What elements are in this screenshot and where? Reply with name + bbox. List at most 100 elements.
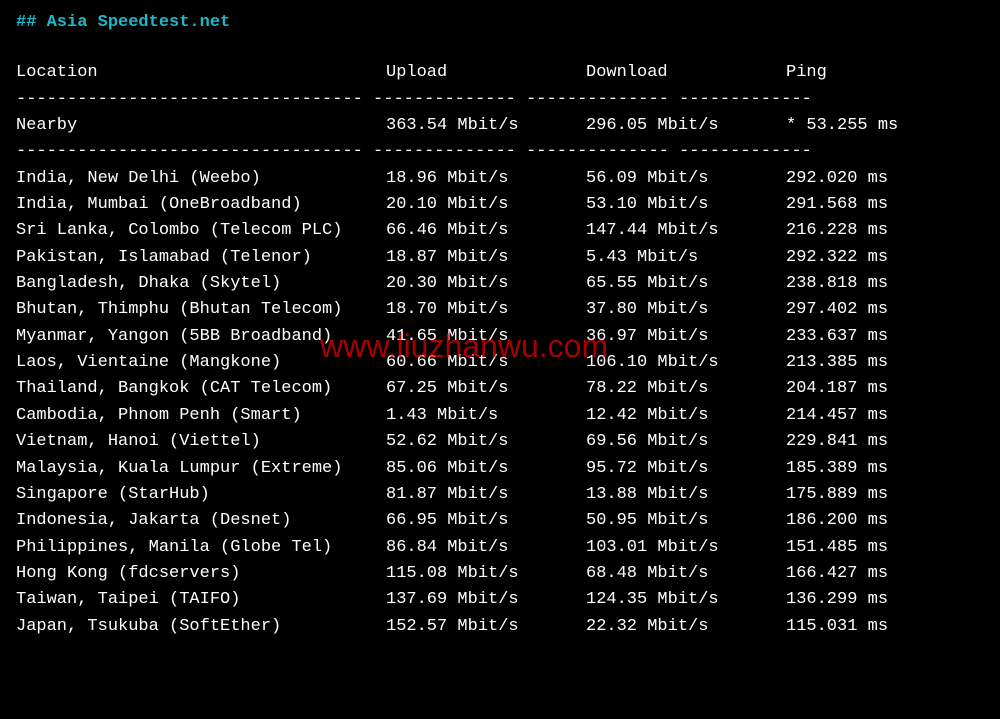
cell-upload: 18.70 Mbit/s	[386, 297, 586, 323]
cell-location: India, Mumbai (OneBroadband)	[16, 192, 386, 218]
cell-location: India, New Delhi (Weebo)	[16, 166, 386, 192]
cell-location: Philippines, Manila (Globe Tel)	[16, 535, 386, 561]
cell-location: Indonesia, Jakarta (Desnet)	[16, 508, 386, 534]
table-row: Bhutan, Thimphu (Bhutan Telecom)18.70 Mb…	[16, 297, 984, 323]
cell-upload: 18.96 Mbit/s	[386, 166, 586, 192]
cell-ping: 233.637 ms	[786, 324, 984, 350]
cell-ping: 213.385 ms	[786, 350, 984, 376]
data-rows-container: India, New Delhi (Weebo)18.96 Mbit/s56.0…	[16, 166, 984, 640]
table-row: India, Mumbai (OneBroadband)20.10 Mbit/s…	[16, 192, 984, 218]
cell-ping: 238.818 ms	[786, 271, 984, 297]
cell-upload: 41.65 Mbit/s	[386, 324, 586, 350]
header-location: Location	[16, 60, 386, 86]
table-row: Laos, Vientaine (Mangkone)60.66 Mbit/s10…	[16, 350, 984, 376]
cell-location: Bhutan, Thimphu (Bhutan Telecom)	[16, 297, 386, 323]
cell-upload: 115.08 Mbit/s	[386, 561, 586, 587]
cell-download: 65.55 Mbit/s	[586, 271, 786, 297]
cell-location: Taiwan, Taipei (TAIFO)	[16, 587, 386, 613]
cell-ping: 216.228 ms	[786, 218, 984, 244]
cell-download: 13.88 Mbit/s	[586, 482, 786, 508]
cell-ping: 214.457 ms	[786, 403, 984, 429]
cell-download: 36.97 Mbit/s	[586, 324, 786, 350]
cell-location: Malaysia, Kuala Lumpur (Extreme)	[16, 456, 386, 482]
table-row: India, New Delhi (Weebo)18.96 Mbit/s56.0…	[16, 166, 984, 192]
header-upload: Upload	[386, 60, 586, 86]
table-row: Pakistan, Islamabad (Telenor)18.87 Mbit/…	[16, 245, 984, 271]
cell-upload: 152.57 Mbit/s	[386, 614, 586, 640]
table-row: Hong Kong (fdcservers)115.08 Mbit/s68.48…	[16, 561, 984, 587]
table-row: Taiwan, Taipei (TAIFO)137.69 Mbit/s124.3…	[16, 587, 984, 613]
cell-ping: 115.031 ms	[786, 614, 984, 640]
cell-download: 147.44 Mbit/s	[586, 218, 786, 244]
cell-download: 95.72 Mbit/s	[586, 456, 786, 482]
cell-download: 69.56 Mbit/s	[586, 429, 786, 455]
cell-download: 124.35 Mbit/s	[586, 587, 786, 613]
nearby-upload: 363.54 Mbit/s	[386, 113, 586, 139]
cell-download: 50.95 Mbit/s	[586, 508, 786, 534]
cell-location: Pakistan, Islamabad (Telenor)	[16, 245, 386, 271]
table-row: Singapore (StarHub)81.87 Mbit/s13.88 Mbi…	[16, 482, 984, 508]
cell-upload: 81.87 Mbit/s	[386, 482, 586, 508]
cell-download: 103.01 Mbit/s	[586, 535, 786, 561]
divider-header: ---------------------------------- -----…	[16, 87, 984, 113]
cell-location: Thailand, Bangkok (CAT Telecom)	[16, 376, 386, 402]
cell-download: 68.48 Mbit/s	[586, 561, 786, 587]
table-row: Cambodia, Phnom Penh (Smart)1.43 Mbit/s1…	[16, 403, 984, 429]
header-download: Download	[586, 60, 786, 86]
cell-ping: 186.200 ms	[786, 508, 984, 534]
table-row: Malaysia, Kuala Lumpur (Extreme)85.06 Mb…	[16, 456, 984, 482]
cell-download: 78.22 Mbit/s	[586, 376, 786, 402]
cell-location: Laos, Vientaine (Mangkone)	[16, 350, 386, 376]
cell-upload: 18.87 Mbit/s	[386, 245, 586, 271]
cell-location: Vietnam, Hanoi (Viettel)	[16, 429, 386, 455]
divider-nearby: ---------------------------------- -----…	[16, 139, 984, 165]
cell-ping: 185.389 ms	[786, 456, 984, 482]
cell-upload: 66.95 Mbit/s	[386, 508, 586, 534]
cell-ping: 229.841 ms	[786, 429, 984, 455]
cell-download: 53.10 Mbit/s	[586, 192, 786, 218]
cell-upload: 60.66 Mbit/s	[386, 350, 586, 376]
header-ping: Ping	[786, 60, 984, 86]
cell-upload: 1.43 Mbit/s	[386, 403, 586, 429]
cell-download: 5.43 Mbit/s	[586, 245, 786, 271]
cell-location: Sri Lanka, Colombo (Telecom PLC)	[16, 218, 386, 244]
cell-download: 12.42 Mbit/s	[586, 403, 786, 429]
cell-location: Myanmar, Yangon (5BB Broadband)	[16, 324, 386, 350]
cell-location: Cambodia, Phnom Penh (Smart)	[16, 403, 386, 429]
cell-ping: 166.427 ms	[786, 561, 984, 587]
cell-download: 106.10 Mbit/s	[586, 350, 786, 376]
cell-upload: 20.30 Mbit/s	[386, 271, 586, 297]
cell-upload: 52.62 Mbit/s	[386, 429, 586, 455]
cell-upload: 66.46 Mbit/s	[386, 218, 586, 244]
header-row: Location Upload Download Ping	[16, 60, 984, 86]
table-row: Thailand, Bangkok (CAT Telecom)67.25 Mbi…	[16, 376, 984, 402]
cell-ping: 297.402 ms	[786, 297, 984, 323]
cell-location: Japan, Tsukuba (SoftEther)	[16, 614, 386, 640]
cell-location: Singapore (StarHub)	[16, 482, 386, 508]
cell-download: 56.09 Mbit/s	[586, 166, 786, 192]
cell-upload: 137.69 Mbit/s	[386, 587, 586, 613]
cell-ping: 291.568 ms	[786, 192, 984, 218]
cell-upload: 85.06 Mbit/s	[386, 456, 586, 482]
cell-ping: 175.889 ms	[786, 482, 984, 508]
table-row: Bangladesh, Dhaka (Skytel)20.30 Mbit/s65…	[16, 271, 984, 297]
cell-upload: 67.25 Mbit/s	[386, 376, 586, 402]
cell-ping: 151.485 ms	[786, 535, 984, 561]
cell-download: 37.80 Mbit/s	[586, 297, 786, 323]
table-row: Vietnam, Hanoi (Viettel)52.62 Mbit/s69.5…	[16, 429, 984, 455]
cell-ping: 136.299 ms	[786, 587, 984, 613]
table-row: Japan, Tsukuba (SoftEther)152.57 Mbit/s2…	[16, 614, 984, 640]
table-row: Myanmar, Yangon (5BB Broadband)41.65 Mbi…	[16, 324, 984, 350]
page-title: ## Asia Speedtest.net	[16, 10, 984, 36]
table-row: Indonesia, Jakarta (Desnet)66.95 Mbit/s5…	[16, 508, 984, 534]
cell-upload: 20.10 Mbit/s	[386, 192, 586, 218]
cell-location: Hong Kong (fdcservers)	[16, 561, 386, 587]
cell-location: Bangladesh, Dhaka (Skytel)	[16, 271, 386, 297]
cell-ping: 292.020 ms	[786, 166, 984, 192]
cell-download: 22.32 Mbit/s	[586, 614, 786, 640]
cell-ping: 292.322 ms	[786, 245, 984, 271]
table-row: Philippines, Manila (Globe Tel)86.84 Mbi…	[16, 535, 984, 561]
nearby-row: Nearby 363.54 Mbit/s 296.05 Mbit/s * 53.…	[16, 113, 984, 139]
nearby-ping: * 53.255 ms	[786, 113, 984, 139]
table-row: Sri Lanka, Colombo (Telecom PLC)66.46 Mb…	[16, 218, 984, 244]
